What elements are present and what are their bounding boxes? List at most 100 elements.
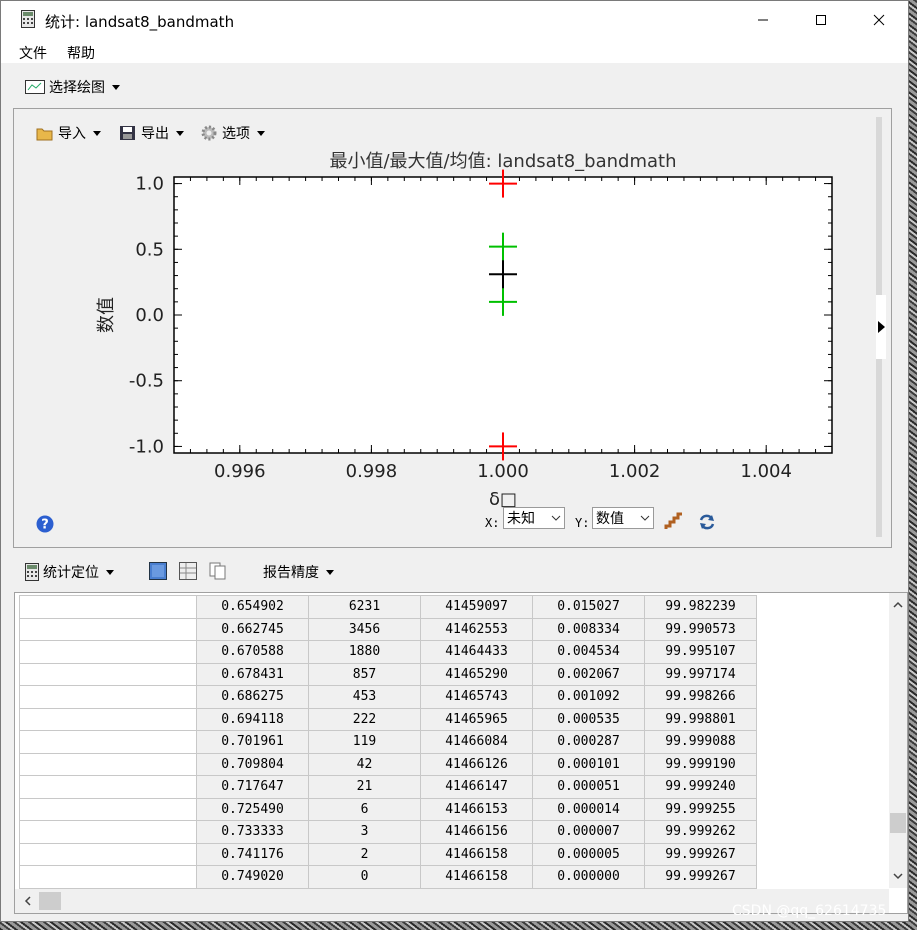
table-cell: 99.995107 — [644, 640, 757, 664]
x-axis-select-label: X: — [485, 516, 500, 530]
table-cell: 41466158 — [420, 842, 533, 866]
plot-icon — [25, 80, 45, 94]
menu-file[interactable]: 文件 — [19, 43, 47, 63]
table-row: 0.662745 3456 41462553 0.008334 99.990573 — [19, 617, 757, 641]
dropdown-caret-icon — [326, 569, 334, 575]
table-cell — [19, 797, 197, 821]
y-axis-select-label: Y: — [575, 516, 590, 530]
table-cell — [19, 662, 197, 686]
svg-text:?: ? — [41, 518, 49, 533]
minimize-button[interactable] — [734, 1, 792, 39]
dropdown-caret-icon — [112, 84, 120, 90]
x-tick-label: 1.004 — [740, 461, 792, 482]
table-cell — [19, 865, 197, 889]
view-table-icon[interactable] — [179, 562, 197, 580]
table-cell: 0.694118 — [196, 707, 309, 731]
table-row: 0.654902 6231 41459097 0.015027 99.982239 — [19, 595, 757, 619]
table-cell: 0.725490 — [196, 797, 309, 821]
table-cell: 99.998266 — [644, 685, 757, 709]
table-cell: 0.000005 — [532, 842, 645, 866]
x-axis-select[interactable]: 未知 — [503, 507, 565, 529]
table-cell: 99.999262 — [644, 820, 757, 844]
stat-locate-button[interactable]: 统计定位 — [25, 562, 114, 582]
table-cell: 99.990573 — [644, 617, 757, 641]
select-plot-button[interactable]: 选择绘图 — [25, 77, 120, 97]
table-cell — [19, 842, 197, 866]
help-icon[interactable]: ? — [36, 515, 54, 533]
horizontal-scroll-thumb[interactable] — [39, 892, 61, 910]
table-cell: 0.749020 — [196, 865, 309, 889]
table-cell: 99.998801 — [644, 707, 757, 731]
table-cell: 0.678431 — [196, 662, 309, 686]
table-cell: 0.733333 — [196, 820, 309, 844]
table-cell — [19, 730, 197, 754]
y-tick-label: 0.0 — [135, 305, 164, 326]
stairs-icon[interactable] — [664, 511, 684, 531]
y-tick-label: 0.5 — [135, 239, 164, 260]
table-cell: 0.686275 — [196, 685, 309, 709]
calculator-icon — [25, 563, 39, 581]
statistics-plot: 最小值/最大值/均值: landsat8_bandmath 0.996 0.998 1… — [96, 151, 833, 510]
window-title: 统计: landsat8_bandmath — [45, 13, 235, 31]
table-cell: 41465965 — [420, 707, 533, 731]
stats-table: 0.654902 6231 41459097 0.015027 99.982239 0.6… — [19, 595, 757, 889]
table-row: 0.701961 119 41466084 0.000287 99.999088 — [19, 730, 757, 754]
x-axis-select-value: 未知 — [507, 511, 535, 527]
table-row: 0.725490 6 41466153 0.000014 99.999255 — [19, 797, 757, 821]
refresh-icon[interactable] — [697, 512, 717, 532]
vertical-scroll-thumb[interactable] — [890, 813, 906, 833]
chart-title: 最小值/最大值/均值: landsat8_bandmath — [329, 151, 676, 172]
menu-help[interactable]: 帮助 — [67, 43, 95, 63]
table-cell: 41466156 — [420, 820, 533, 844]
table-row: 0.670588 1880 41464433 0.004534 99.995107 — [19, 640, 757, 664]
report-precision-button[interactable]: 报告精度 — [263, 562, 334, 582]
table-cell: 0.000007 — [532, 820, 645, 844]
table-cell: 0.002067 — [532, 662, 645, 686]
y-axis-label: 数值 — [96, 297, 117, 333]
scroll-up-icon[interactable] — [889, 598, 907, 612]
table-cell: 3 — [308, 820, 421, 844]
table-cell: 41466153 — [420, 797, 533, 821]
table-vertical-scrollbar[interactable] — [889, 593, 907, 888]
maximize-icon — [816, 15, 826, 25]
side-panel-toggle[interactable] — [876, 295, 886, 359]
statistics-window: 统计: landsat8_bandmath 文件 帮助 选择绘图 导入 导出 选… — [0, 0, 909, 922]
y-tick-label: -0.5 — [129, 371, 164, 392]
table-cell: 0.701961 — [196, 730, 309, 754]
scroll-left-icon[interactable] — [21, 892, 35, 910]
report-precision-label: 报告精度 — [263, 565, 319, 581]
copy-icon[interactable] — [209, 562, 227, 580]
table-row: 0.678431 857 41465290 0.002067 99.997174 — [19, 662, 757, 686]
stat-locate-label: 统计定位 — [43, 565, 99, 581]
table-cell: 0.709804 — [196, 752, 309, 776]
y-axis-select[interactable]: 数值 — [592, 507, 654, 529]
y-axis-select-value: 数值 — [596, 511, 624, 527]
table-cell: 0.000535 — [532, 707, 645, 731]
top-toolbar: 选择绘图 — [1, 63, 908, 109]
maximize-button[interactable] — [792, 1, 850, 39]
table-cell: 41462553 — [420, 617, 533, 641]
table-cell: 6 — [308, 797, 421, 821]
table-cell: 453 — [308, 685, 421, 709]
stats-table-panel: 0.654902 6231 41459097 0.015027 99.982239 0.6… — [14, 592, 908, 914]
table-cell — [19, 820, 197, 844]
table-cell: 99.999088 — [644, 730, 757, 754]
table-row: 0.733333 3 41466156 0.000007 99.999262 — [19, 820, 757, 844]
table-cell: 0.000287 — [532, 730, 645, 754]
table-cell — [19, 775, 197, 799]
table-cell: 0.004534 — [532, 640, 645, 664]
y-tick-label: 1.0 — [135, 174, 164, 195]
table-cell: 99.999240 — [644, 775, 757, 799]
table-cell: 1880 — [308, 640, 421, 664]
table-cell: 0 — [308, 865, 421, 889]
table-cell — [19, 595, 197, 619]
x-tick-label: 1.000 — [477, 461, 529, 482]
scroll-down-icon[interactable] — [889, 869, 907, 883]
view-single-icon[interactable] — [149, 562, 167, 580]
dropdown-caret-icon — [257, 130, 265, 136]
x-tick-label: 0.998 — [346, 461, 398, 482]
table-cell: 41466084 — [420, 730, 533, 754]
table-row: 0.686275 453 41465743 0.001092 99.998266 — [19, 685, 757, 709]
close-button[interactable] — [850, 1, 908, 39]
table-cell — [19, 752, 197, 776]
